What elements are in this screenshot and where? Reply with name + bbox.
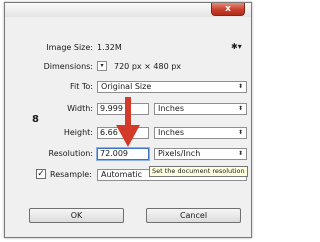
select-arrows-icon: ⬍	[237, 105, 243, 112]
width-unit-select[interactable]: Inches ⬍	[154, 103, 247, 115]
image-size-label: Image Size:	[46, 43, 93, 52]
link-constrain-icon[interactable]: 8	[32, 114, 39, 125]
fit-to-value: Original Size	[101, 82, 152, 91]
dimensions-toggle-button[interactable]: ▾	[97, 61, 107, 71]
ok-button[interactable]: OK	[29, 208, 124, 223]
resolution-label: Resolution:	[48, 149, 94, 158]
cancel-button[interactable]: Cancel	[146, 208, 241, 223]
height-unit-select[interactable]: Inches ⬍	[154, 127, 247, 139]
width-unit-value: Inches	[158, 104, 184, 113]
resample-checkbox[interactable]: ✓	[36, 169, 46, 179]
height-unit-value: Inches	[158, 128, 184, 137]
fit-to-label: Fit To:	[69, 82, 93, 91]
red-arrow-annotation	[116, 97, 140, 147]
resolution-tooltip: Set the document resolution	[149, 166, 248, 177]
resolution-unit-select[interactable]: Pixels/Inch ⬍	[154, 148, 247, 160]
image-size-dialog: x Image Size: 1.32M ✱▾ Dimensions: ▾ 720…	[4, 2, 252, 238]
resolution-unit-value: Pixels/Inch	[158, 149, 201, 158]
close-button[interactable]: x	[211, 3, 245, 16]
select-arrows-icon: ⬍	[237, 150, 243, 157]
select-arrows-icon: ⬍	[237, 83, 243, 90]
height-label: Height:	[63, 128, 93, 137]
width-label: Width:	[67, 104, 93, 113]
title-bar: x	[5, 3, 251, 17]
image-size-value: 1.32M	[97, 43, 122, 52]
dimensions-value: 720 px × 480 px	[114, 62, 182, 71]
gear-icon[interactable]: ✱▾	[231, 42, 242, 51]
select-arrows-icon: ⬍	[237, 129, 243, 136]
resample-label: Resample:	[50, 170, 92, 179]
resample-value: Automatic	[101, 170, 143, 179]
dimensions-label: Dimensions:	[43, 62, 93, 71]
resolution-input[interactable]: 72.009	[97, 148, 149, 160]
fit-to-select[interactable]: Original Size ⬍	[97, 81, 247, 93]
